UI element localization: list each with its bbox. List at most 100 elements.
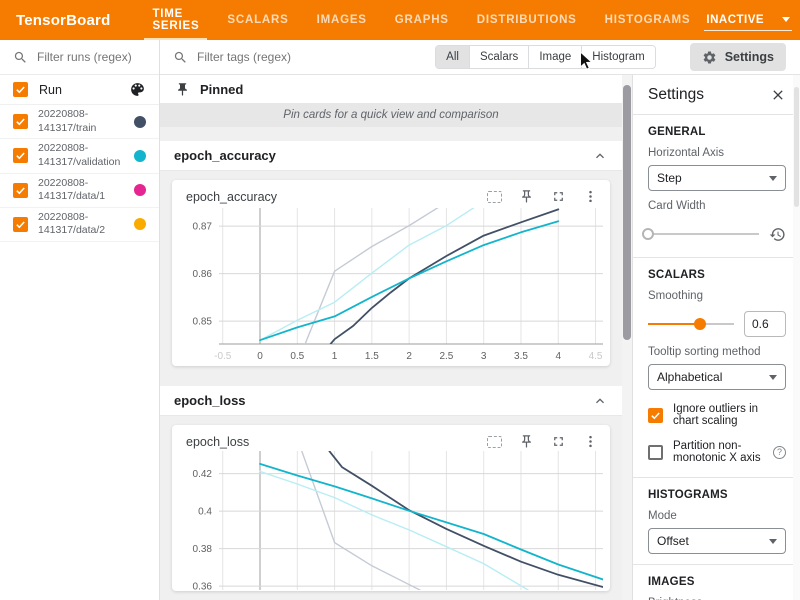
epoch-accuracy-line-chart[interactable]: 0.850.860.8700.511.522.533.54-0.54.5 [173, 206, 609, 366]
settings-section-general: GENERAL [648, 126, 786, 138]
svg-text:1: 1 [332, 351, 338, 362]
cards-scroll-area[interactable]: Pinned Pin cards for a quick view and co… [160, 75, 622, 600]
settings-panel: Settings GENERAL Horizontal Axis Step Ca… [632, 75, 800, 600]
run-checkbox[interactable] [13, 217, 28, 232]
smoothing-value-input[interactable]: 0.6 [744, 311, 786, 337]
tag-type-filter-group: All Scalars Image Histogram [435, 45, 656, 69]
tab-time-series[interactable]: TIME SERIES [138, 0, 213, 40]
card-zone: epoch_loss 0.360.380.40.42 [160, 416, 622, 600]
filter-runs-input[interactable]: Filter runs (regex) [0, 40, 159, 75]
run-row-data-2[interactable]: 20220808-141317/data/2 [0, 208, 159, 242]
filter-all-button[interactable]: All [436, 46, 469, 68]
run-row-validation[interactable]: 20220808-141317/validation [0, 139, 159, 173]
card-actions [487, 189, 598, 204]
filter-image-button[interactable]: Image [528, 46, 581, 68]
main-scrollbar[interactable] [622, 75, 632, 600]
runs-header-row: Run [0, 75, 159, 105]
close-icon[interactable] [770, 87, 786, 103]
run-label: 20220808-141317/data/2 [38, 211, 124, 238]
slider-knob[interactable] [694, 318, 706, 330]
search-icon [173, 50, 188, 65]
slider-knob[interactable] [642, 228, 654, 240]
select-all-runs-checkbox[interactable] [13, 82, 28, 97]
reset-icon[interactable] [769, 226, 786, 243]
fit-to-data-icon[interactable] [487, 436, 502, 448]
run-row-train[interactable]: 20220808-141317/train [0, 105, 159, 139]
svg-text:2.5: 2.5 [439, 351, 453, 362]
help-icon[interactable]: ? [773, 446, 786, 459]
run-color-dot [134, 116, 146, 128]
epoch-loss-line-chart[interactable]: 0.360.380.40.42 [173, 451, 609, 591]
svg-text:0.85: 0.85 [193, 317, 213, 328]
divider [633, 257, 800, 258]
tooltip-sorting-select[interactable]: Alphabetical [648, 364, 786, 390]
smoothing-control: 0.6 [648, 311, 786, 337]
main-scrollbar-thumb[interactable] [623, 85, 631, 340]
pin-outline-icon[interactable] [519, 434, 534, 449]
ignore-outliers-row[interactable]: Ignore outliers in chart scaling [648, 403, 786, 427]
divider [633, 477, 800, 478]
section-header-epoch-accuracy[interactable]: epoch_accuracy [160, 141, 622, 171]
partition-x-axis-row[interactable]: Partition non-monotonic X axis ? [648, 440, 786, 464]
svg-text:0.36: 0.36 [193, 582, 213, 591]
pin-outline-icon[interactable] [519, 189, 534, 204]
chevron-up-icon[interactable] [592, 393, 608, 409]
chevron-down-icon [769, 539, 777, 544]
divider [633, 564, 800, 565]
run-row-data-1[interactable]: 20220808-141317/data/1 [0, 174, 159, 208]
filter-histogram-button[interactable]: Histogram [581, 46, 654, 68]
run-checkbox[interactable] [13, 114, 28, 129]
card-width-slider[interactable] [648, 227, 759, 241]
tab-graphs[interactable]: GRAPHS [381, 0, 463, 40]
svg-text:0.86: 0.86 [193, 269, 213, 280]
filter-tags-input[interactable]: Filter tags (regex) [173, 50, 435, 65]
header-actions: INACTIVE [704, 4, 800, 36]
main-nav: TIME SERIES SCALARS IMAGES GRAPHS DISTRI… [138, 0, 704, 40]
tab-distributions[interactable]: DISTRIBUTIONS [463, 0, 591, 40]
panel-scrollbar[interactable] [793, 75, 800, 600]
tab-histograms[interactable]: HISTOGRAMS [591, 0, 705, 40]
more-options-icon[interactable] [583, 434, 598, 449]
chevron-down-icon [769, 176, 777, 181]
smoothing-slider[interactable] [648, 317, 734, 331]
run-color-dot [134, 184, 146, 196]
section-header-epoch-loss[interactable]: epoch_loss [160, 386, 622, 416]
smoothing-label: Smoothing [648, 290, 786, 302]
filter-scalars-button[interactable]: Scalars [469, 46, 528, 68]
run-color-palette-button[interactable] [129, 81, 146, 98]
app-logo: TensorBoard [16, 12, 110, 29]
svg-text:0.87: 0.87 [193, 222, 213, 233]
svg-text:0.42: 0.42 [193, 469, 213, 480]
open-settings-button[interactable]: Settings [690, 43, 786, 71]
card-actions [487, 434, 598, 449]
run-checkbox[interactable] [13, 148, 28, 163]
fullscreen-icon[interactable] [551, 434, 566, 449]
check-icon [15, 116, 26, 127]
svg-text:4.5: 4.5 [589, 351, 603, 362]
palette-icon [129, 81, 146, 98]
horizontal-axis-label: Horizontal Axis [648, 147, 786, 159]
checkbox-label: Ignore outliers in chart scaling [673, 403, 786, 427]
settings-panel-title: Settings [648, 86, 704, 104]
content-region: Filter tags (regex) All Scalars Image Hi… [160, 40, 800, 600]
histogram-mode-select[interactable]: Offset [648, 528, 786, 554]
horizontal-axis-select[interactable]: Step [648, 165, 786, 191]
card-title: epoch_accuracy [186, 190, 487, 204]
tab-images[interactable]: IMAGES [303, 0, 381, 40]
settings-section-scalars: SCALARS [648, 269, 786, 281]
settings-panel-header: Settings [648, 81, 786, 109]
fullscreen-icon[interactable] [551, 189, 566, 204]
ignore-outliers-checkbox[interactable] [648, 408, 663, 423]
fit-to-data-icon[interactable] [487, 191, 502, 203]
select-value: Offset [657, 534, 689, 548]
check-icon [15, 84, 26, 95]
svg-text:0.4: 0.4 [198, 507, 212, 518]
chevron-up-icon[interactable] [592, 148, 608, 164]
tab-scalars[interactable]: SCALARS [213, 0, 302, 40]
more-options-icon[interactable] [583, 189, 598, 204]
pinned-empty-hint: Pin cards for a quick view and compariso… [160, 103, 622, 127]
partition-x-axis-checkbox[interactable] [648, 445, 663, 460]
run-checkbox[interactable] [13, 183, 28, 198]
reload-status-dropdown[interactable]: INACTIVE [704, 10, 792, 31]
panel-scrollbar-thumb[interactable] [794, 87, 799, 207]
